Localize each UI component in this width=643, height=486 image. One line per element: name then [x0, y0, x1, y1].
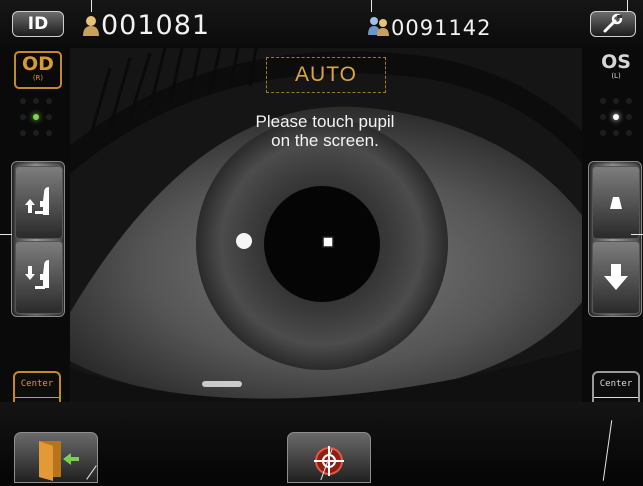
move-up-icon	[25, 187, 49, 215]
od-sub-label: (R)	[32, 74, 44, 82]
left-alignment-indicator	[16, 94, 56, 142]
right-move-panel	[588, 161, 642, 317]
wrench-icon	[603, 13, 623, 33]
od-eye-badge[interactable]: OD (R)	[14, 51, 62, 89]
left-indicator-dot	[33, 114, 39, 120]
callout-line	[371, 0, 372, 12]
operator-icon	[367, 15, 391, 37]
callout-line	[627, 0, 628, 12]
right-center-label: Center	[599, 379, 633, 389]
patient-icon	[82, 15, 100, 37]
auto-mode-indicator[interactable]: AUTO	[266, 57, 386, 93]
left-center-label: Center	[20, 379, 54, 389]
od-label: OD	[22, 53, 54, 75]
triangle-up-icon	[610, 197, 622, 209]
eye-image	[70, 48, 582, 402]
eye-camera-view[interactable]	[70, 48, 582, 402]
arrow-down-icon	[604, 264, 628, 290]
exit-button[interactable]	[14, 432, 98, 483]
callout-line	[631, 234, 643, 235]
move-head-up-button[interactable]	[592, 166, 640, 239]
callout-line	[0, 234, 12, 235]
id-button[interactable]: ID	[12, 11, 64, 37]
left-move-panel	[11, 161, 65, 317]
right-indicator-dot	[613, 114, 619, 120]
instruction-text: Please touch pupil on the screen.	[255, 112, 395, 150]
os-label: OS	[601, 51, 631, 73]
exit-door-icon	[39, 441, 79, 481]
chinrest-up-button[interactable]	[15, 166, 63, 239]
patient-id: 001081	[101, 10, 211, 41]
settings-button[interactable]	[590, 11, 636, 37]
operator-id: 0091142	[391, 16, 492, 40]
os-sub-label: (L)	[611, 72, 621, 80]
right-alignment-indicator	[596, 94, 636, 142]
chinrest-down-button[interactable]	[15, 241, 63, 314]
move-down-icon	[25, 260, 49, 289]
move-head-down-button[interactable]	[592, 241, 640, 314]
callout-line	[91, 0, 92, 12]
os-eye-badge[interactable]: OS (L)	[594, 51, 638, 85]
